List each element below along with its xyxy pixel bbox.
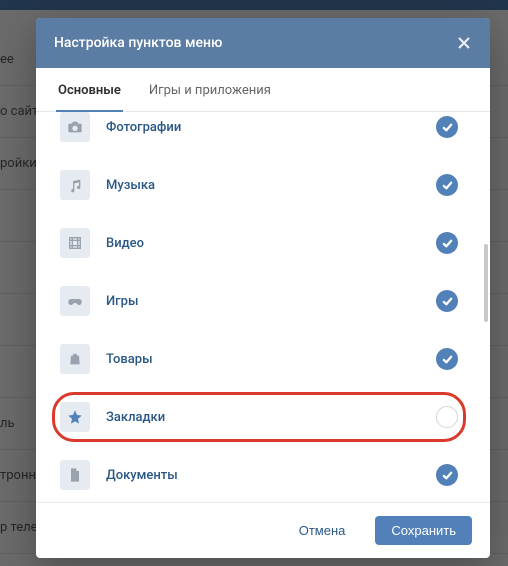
bag-icon [60,344,90,374]
menu-item-label: Закладки [106,410,420,425]
cancel-button[interactable]: Отмена [283,516,362,545]
menu-item-label: Музыка [106,178,420,193]
toggle-check[interactable] [436,406,458,428]
music-icon [60,170,90,200]
tab-main[interactable]: Основные [56,83,123,112]
modal-footer: Отмена Сохранить [36,502,490,558]
tabs: Основные Игры и приложения [36,68,490,112]
tab-games-apps[interactable]: Игры и приложения [147,83,273,112]
toggle-check[interactable] [436,464,458,486]
save-button[interactable]: Сохранить [375,516,472,545]
menu-item[interactable]: Игры [60,272,458,330]
menu-item[interactable]: Музыка [60,156,458,214]
toggle-check[interactable] [436,232,458,254]
menu-item-label: Игры [106,294,420,309]
menu-item[interactable]: Документы [60,446,458,502]
menu-item[interactable]: Товары [60,330,458,388]
film-icon [60,228,90,258]
menu-item[interactable]: Закладки [60,388,458,446]
menu-items-scrollarea: Фотографии Музыка Видео Игры Товары Закл… [36,112,490,502]
toggle-check[interactable] [436,290,458,312]
menu-item[interactable]: Видео [60,214,458,272]
toggle-check[interactable] [436,174,458,196]
scrollbar-track[interactable] [484,116,488,498]
menu-settings-modal: Настройка пунктов меню Основные Игры и п… [36,18,490,558]
doc-icon [60,460,90,490]
scrollbar-thumb[interactable] [484,244,488,322]
close-icon[interactable] [456,35,472,51]
menu-item-label: Товары [106,352,420,367]
menu-item-label: Видео [106,236,420,251]
menu-item-label: Фотографии [106,120,420,135]
menu-items-list: Фотографии Музыка Видео Игры Товары Закл… [36,112,482,502]
modal-title: Настройка пунктов меню [54,35,222,51]
toggle-check[interactable] [436,348,458,370]
menu-item-label: Документы [106,468,420,483]
menu-item[interactable]: Фотографии [60,112,458,156]
toggle-check[interactable] [436,116,458,138]
camera-icon [60,112,90,142]
star-icon [60,402,90,432]
gamepad-icon [60,286,90,316]
modal-header: Настройка пунктов меню [36,18,490,68]
